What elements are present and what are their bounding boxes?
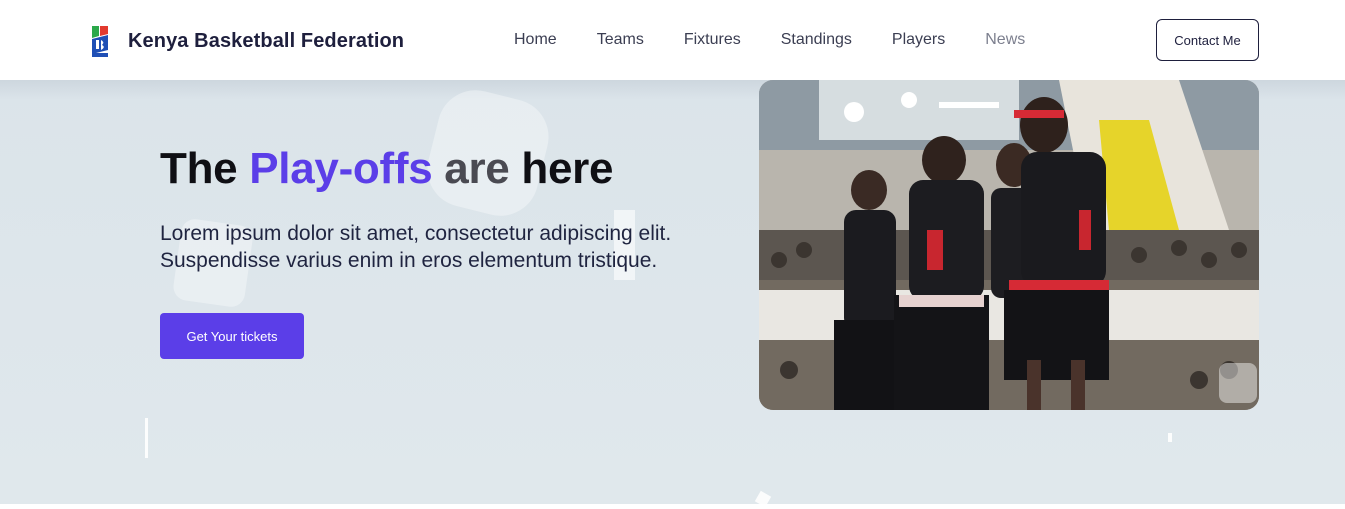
nav-link-standings[interactable]: Standings xyxy=(781,31,852,49)
hero-title-accent: Play-offs xyxy=(249,144,433,193)
nav-link-home[interactable]: Home xyxy=(514,31,557,49)
nav-link-news[interactable]: News xyxy=(985,31,1025,49)
nav-link-teams[interactable]: Teams xyxy=(597,31,644,49)
get-tickets-button[interactable]: Get Your tickets xyxy=(160,313,304,359)
brand-name: Kenya Basketball Federation xyxy=(128,29,405,52)
hero-description: Lorem ipsum dolor sit amet, consectetur … xyxy=(160,222,672,272)
nav-link-fixtures[interactable]: Fixtures xyxy=(684,31,741,49)
navbar: Kenya Basketball Federation Home Teams F… xyxy=(0,0,1345,80)
contact-button[interactable]: Contact Me xyxy=(1156,19,1259,61)
basketball-team-huddle-photo xyxy=(759,80,1259,410)
hero-title: The Play-offs are here xyxy=(160,144,613,194)
nav-links: Home Teams Fixtures Standings Players Ne… xyxy=(514,31,1065,49)
hero-title-part3: here xyxy=(509,144,614,193)
footer-strip xyxy=(0,504,1345,509)
hero-section: The Play-offs are here Lorem ipsum dolor… xyxy=(0,80,1345,504)
decor-shape xyxy=(145,418,148,458)
hero-title-part1: The xyxy=(160,144,250,193)
decor-shape xyxy=(754,490,772,504)
decor-shape xyxy=(1168,433,1172,442)
hero-title-part2: are xyxy=(432,144,510,193)
photo-illustration xyxy=(759,80,1259,410)
brand[interactable]: Kenya Basketball Federation xyxy=(90,24,404,58)
nav-link-players[interactable]: Players xyxy=(892,31,945,49)
kbf-logo-icon xyxy=(90,24,110,58)
